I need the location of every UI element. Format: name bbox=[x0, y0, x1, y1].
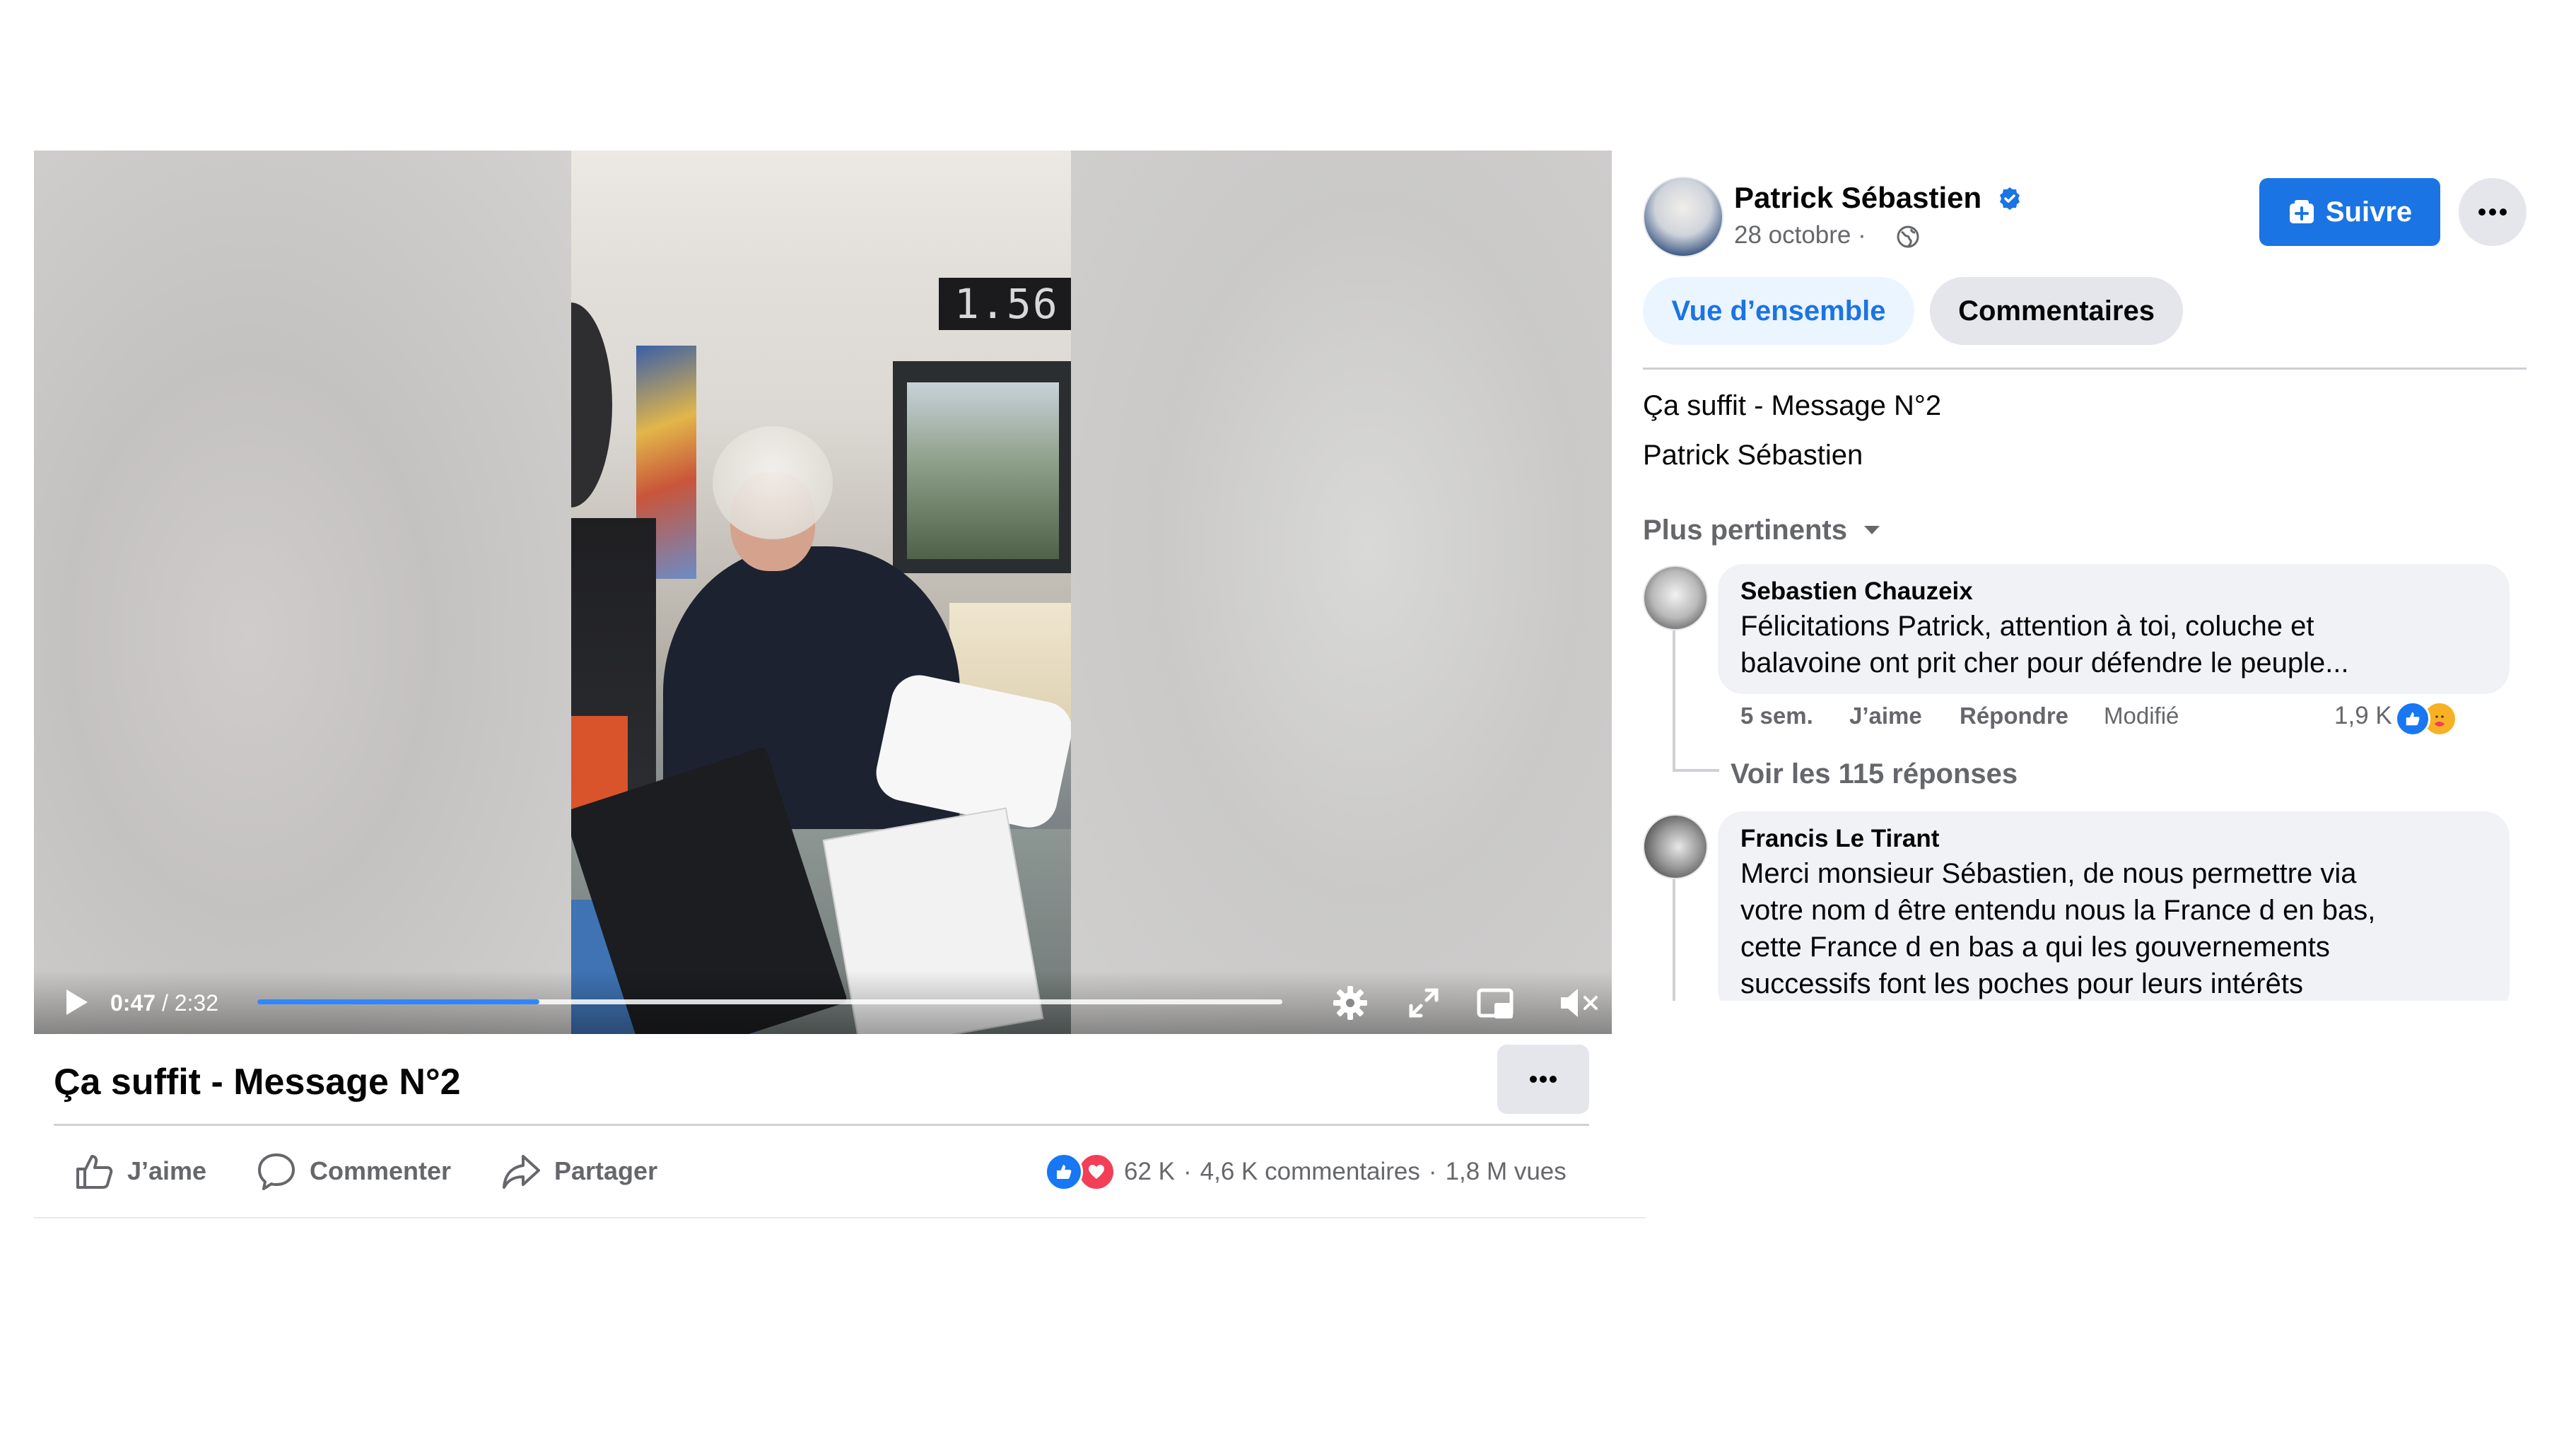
divider bbox=[34, 1217, 1646, 1218]
thumbs-up-icon bbox=[76, 1155, 113, 1189]
speech-bubble-icon bbox=[258, 1153, 295, 1190]
scene-wall-clock bbox=[571, 303, 612, 507]
comment-text-line: Félicitations Patrick, attention à toi, … bbox=[1740, 611, 2314, 642]
share-button[interactable]: Partager bbox=[500, 1146, 657, 1196]
play-icon bbox=[66, 989, 88, 1015]
current-time: 0:47 bbox=[110, 990, 156, 1016]
blurred-background-right bbox=[1071, 151, 1612, 1034]
scene-ceiling bbox=[571, 151, 1071, 285]
comment-text-line: successifs font les poches pour leurs in… bbox=[1740, 968, 2303, 999]
scene-window bbox=[893, 361, 1071, 573]
globe-icon bbox=[1897, 225, 1919, 248]
fullscreen-button[interactable] bbox=[1405, 985, 1442, 1021]
play-button[interactable] bbox=[59, 986, 92, 1018]
add-follow-icon bbox=[2289, 200, 2314, 223]
tab-overview[interactable]: Vue d’ensemble bbox=[1643, 277, 1914, 345]
views-count: 1,8 M vues bbox=[1445, 1158, 1567, 1185]
engagement-stats: 62 K · 4,6 K commentaires · 1,8 M vues bbox=[1045, 1152, 1567, 1192]
mute-button[interactable] bbox=[1558, 985, 1598, 1021]
scene-person-hair bbox=[713, 426, 833, 539]
tab-comments[interactable]: Commentaires bbox=[1930, 277, 2183, 345]
description-title: Ça suffit - Message N°2 bbox=[1643, 390, 1942, 421]
post-options-button[interactable] bbox=[2459, 178, 2527, 246]
commenter-avatar[interactable] bbox=[1643, 565, 1708, 630]
ellipsis-icon bbox=[2478, 208, 2507, 216]
thread-line bbox=[1673, 630, 1675, 772]
comment-text-line: balavoine ont prit cher pour défendre le… bbox=[1740, 647, 2349, 679]
comments-count[interactable]: 4,6 K commentaires bbox=[1200, 1158, 1420, 1186]
like-reaction-icon bbox=[2395, 701, 2430, 736]
comment-reaction-count[interactable]: 1,9 K bbox=[2334, 700, 2392, 732]
duration: / 2:32 bbox=[161, 990, 218, 1016]
muted-speaker-icon bbox=[1561, 989, 1598, 1017]
love-reaction-icon bbox=[1077, 1153, 1116, 1191]
ellipsis-icon bbox=[1530, 1076, 1557, 1083]
expand-icon bbox=[1409, 988, 1439, 1018]
progress-bar[interactable] bbox=[257, 999, 1282, 1004]
comment-bubble: Francis Le Tirant Merci monsieur Sébasti… bbox=[1718, 811, 2510, 1001]
comment-label: Commenter bbox=[310, 1156, 452, 1185]
separator: · bbox=[1183, 1158, 1192, 1185]
picture-in-picture-button[interactable] bbox=[1476, 985, 1514, 1021]
thread-line bbox=[1673, 769, 1719, 772]
caret-down-icon bbox=[1863, 526, 1880, 534]
comment-text-line: votre nom d être entendu nous la France … bbox=[1740, 895, 2376, 926]
divider bbox=[1643, 368, 2527, 370]
picture-in-picture-icon bbox=[1477, 988, 1514, 1018]
comment-text-line: Merci monsieur Sébastien, de nous permet… bbox=[1740, 858, 2357, 889]
description-author: Patrick Sébastien bbox=[1643, 440, 1863, 471]
comment-time[interactable]: 5 sem. bbox=[1740, 700, 1813, 732]
author-name[interactable]: Patrick Sébastien bbox=[1734, 180, 1981, 216]
comments-scroll-area[interactable]: Francis Le Tirant Merci monsieur Sébasti… bbox=[1643, 799, 2534, 1001]
progress-bar-fill bbox=[257, 999, 539, 1004]
scene-digital-clock: 1.56 bbox=[939, 278, 1071, 330]
like-label: J’aime bbox=[127, 1156, 207, 1185]
video-frame[interactable]: 1.56 bbox=[571, 151, 1071, 1034]
share-label: Partager bbox=[554, 1156, 658, 1185]
comment-button[interactable]: Commenter bbox=[256, 1146, 451, 1196]
like-reaction-icon bbox=[1045, 1153, 1083, 1191]
blurred-background-left bbox=[34, 151, 571, 1034]
author-avatar[interactable] bbox=[1643, 177, 1723, 257]
commenter-name[interactable]: Sebastien Chauzeix bbox=[1740, 575, 2487, 608]
follow-label: Suivre bbox=[2325, 196, 2413, 228]
separator: · bbox=[1428, 1158, 1437, 1185]
verified-badge-icon bbox=[2000, 187, 2020, 210]
comment-sort-dropdown[interactable]: Plus pertinents bbox=[1643, 512, 1881, 548]
comment-reply-button[interactable]: Répondre bbox=[1960, 700, 2068, 732]
time-display: 0:47 / 2:32 bbox=[110, 989, 218, 1017]
sort-label: Plus pertinents bbox=[1643, 515, 1847, 546]
video-more-button[interactable] bbox=[1497, 1045, 1589, 1114]
follow-button[interactable]: Suivre bbox=[2259, 178, 2440, 246]
reaction-count[interactable]: 62 K bbox=[1124, 1158, 1175, 1186]
comment-like-button[interactable]: J’aime bbox=[1849, 700, 1922, 732]
video-title: Ça suffit - Message N°2 bbox=[54, 1062, 461, 1103]
comment-text-line: cette France d en bas a qui les gouverne… bbox=[1740, 932, 2330, 963]
comment-edited-label[interactable]: Modifié bbox=[2104, 700, 2179, 732]
view-replies-link[interactable]: Voir les 115 réponses bbox=[1731, 756, 2018, 792]
like-button[interactable]: J’aime bbox=[74, 1146, 206, 1196]
gear-icon bbox=[1333, 986, 1367, 1020]
divider bbox=[54, 1124, 1589, 1126]
commenter-name[interactable]: Francis Le Tirant bbox=[1740, 823, 2487, 855]
commenter-avatar[interactable] bbox=[1643, 814, 1708, 879]
share-arrow-icon bbox=[503, 1155, 540, 1189]
settings-button[interactable] bbox=[1332, 985, 1369, 1021]
video-player[interactable]: 1.56 0:47 / 2:32 bbox=[34, 151, 1612, 1034]
thread-line bbox=[1673, 879, 1675, 1001]
post-date[interactable]: 28 octobre · bbox=[1734, 219, 1866, 252]
comment-bubble: Sebastien Chauzeix Félicitations Patrick… bbox=[1718, 564, 2510, 694]
